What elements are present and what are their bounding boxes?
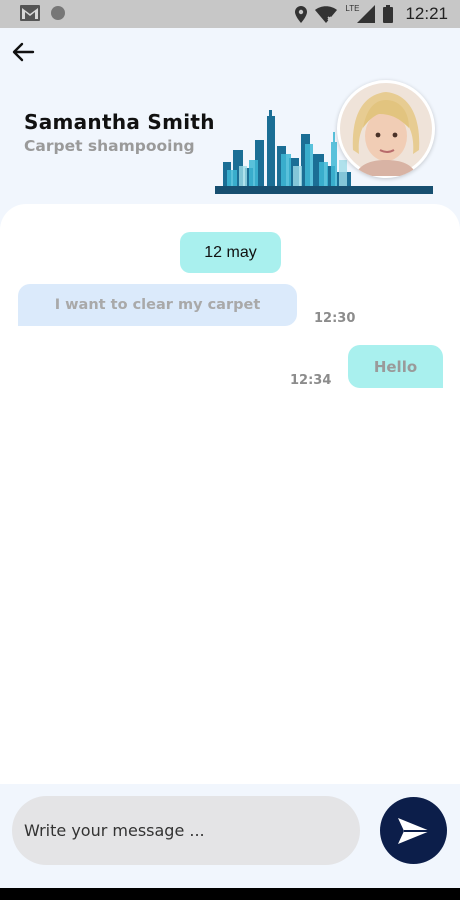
- incoming-message-time: 12:30: [314, 311, 356, 326]
- contact-name: Samantha Smith: [24, 110, 215, 134]
- message-composer: [0, 784, 460, 888]
- wifi-icon: [315, 5, 338, 23]
- send-icon: [397, 817, 430, 844]
- outgoing-message-time: 12:34: [290, 373, 332, 388]
- network-type-label: LTE: [345, 3, 360, 13]
- status-bar: LTE 12:21: [0, 0, 460, 28]
- navigation-bar: [0, 888, 460, 900]
- status-time: 12:21: [405, 4, 448, 23]
- status-notifications: [20, 5, 66, 21]
- signal-icon: [357, 5, 376, 23]
- message-input-container[interactable]: [12, 796, 360, 865]
- chat-header: Samantha Smith Carpet shampooing: [0, 28, 460, 208]
- back-button[interactable]: [10, 38, 38, 66]
- chat-area[interactable]: 12 may I want to clear my carpet 12:30 H…: [0, 204, 460, 784]
- incoming-message-bubble[interactable]: I want to clear my carpet: [18, 284, 297, 326]
- location-icon: [295, 5, 308, 23]
- send-button[interactable]: [380, 797, 447, 864]
- message-input[interactable]: [24, 796, 354, 865]
- battery-icon: [383, 5, 394, 23]
- profile-photo-icon: [340, 83, 432, 176]
- service-label: Carpet shampooing: [24, 137, 195, 155]
- outgoing-message-bubble[interactable]: Hello: [348, 345, 443, 388]
- avatar[interactable]: [337, 80, 435, 178]
- circle-notification-icon: [51, 6, 65, 20]
- status-system: LTE 12:21: [295, 4, 448, 24]
- date-separator: 12 may: [180, 232, 281, 273]
- arrow-left-icon: [12, 42, 35, 62]
- gmail-icon: [20, 5, 40, 21]
